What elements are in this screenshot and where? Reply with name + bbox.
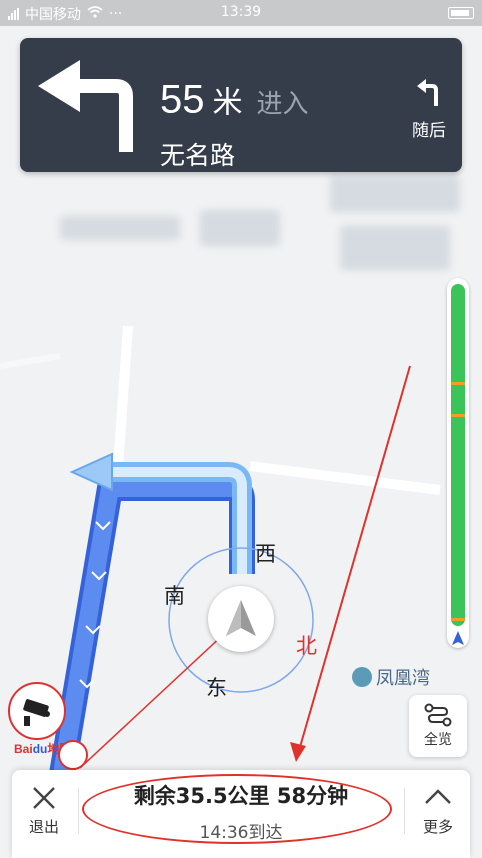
next-turn-left-icon <box>417 79 438 106</box>
distance-readout: 55 米 进入 <box>160 78 309 123</box>
close-icon <box>33 787 55 809</box>
more-label: 更多 <box>422 818 453 836</box>
location-marker-icon <box>208 586 274 652</box>
blurred-label <box>330 176 460 212</box>
traffic-fill <box>451 284 465 626</box>
blurred-label <box>340 226 450 270</box>
navigation-banner[interactable]: 55 米 进入 无名路 随后 <box>20 38 462 172</box>
traffic-slow-mark <box>451 414 465 417</box>
divider <box>78 788 79 834</box>
poi-pin-icon <box>352 667 372 687</box>
overview-label: 全览 <box>424 732 452 748</box>
compass-west: 西 <box>255 542 276 566</box>
poi-fenghuangwan[interactable]: 凤凰湾 <box>352 664 430 690</box>
compass-south: 南 <box>164 584 185 608</box>
overview-button[interactable]: 全览 <box>409 695 467 757</box>
traffic-slow-mark <box>451 382 465 385</box>
traffic-slow-mark <box>451 618 465 621</box>
divider <box>404 788 405 834</box>
compass-east: 东 <box>206 676 227 700</box>
next-maneuver: 随后 <box>406 78 452 141</box>
current-position-icon <box>452 631 464 645</box>
exit-button[interactable]: 退出 <box>12 770 76 858</box>
road-name: 无名路 <box>160 141 236 170</box>
maneuver-action: 进入 <box>256 89 309 120</box>
annotation-ellipse <box>82 774 392 844</box>
blurred-label <box>200 210 280 246</box>
route-overview-icon <box>424 703 452 727</box>
small-camera-icon <box>58 740 88 770</box>
route-traffic-bar <box>447 278 469 648</box>
compass-north: 北 <box>296 634 317 658</box>
turn-left-arrow-icon <box>38 60 133 152</box>
blurred-label <box>60 216 180 240</box>
status-bar: 中国移动 ··· 13:39 <box>0 0 482 26</box>
speed-camera-icon <box>8 682 66 740</box>
clock: 13:39 <box>220 4 262 20</box>
exit-label: 退出 <box>28 818 59 836</box>
distance-value: 55 <box>160 77 205 122</box>
battery-icon <box>448 7 474 19</box>
more-button[interactable]: 更多 <box>406 770 470 858</box>
poi-label: 凤凰湾 <box>376 668 430 689</box>
chevron-up-icon <box>425 789 451 804</box>
distance-unit: 米 <box>212 85 243 121</box>
next-label: 随后 <box>412 121 446 141</box>
